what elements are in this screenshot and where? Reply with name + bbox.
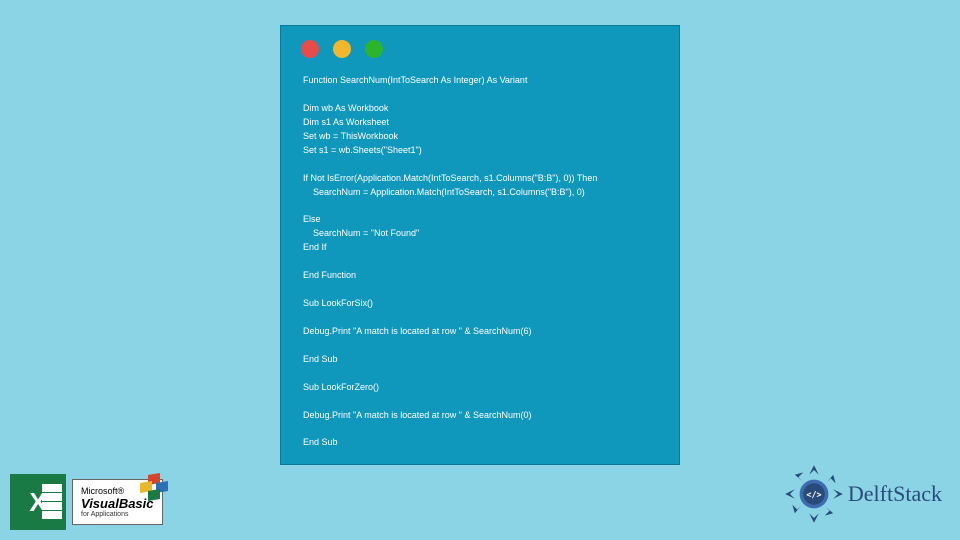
delftstack-label: DelftStack [848, 481, 942, 507]
delftstack-logo-icon: </> [784, 464, 844, 524]
minimize-icon[interactable] [333, 40, 351, 58]
window-titlebar [281, 26, 679, 64]
code-content: Function SearchNum(IntToSearch As Intege… [281, 64, 679, 460]
delftstack-badge: </> DelftStack [784, 464, 942, 524]
close-icon[interactable] [301, 40, 319, 58]
vb-sub-label: for Applications [81, 511, 154, 518]
vb-cubes-icon [140, 474, 174, 500]
code-window: Function SearchNum(IntToSearch As Intege… [280, 25, 680, 465]
code-bracket-icon: </> [806, 490, 821, 500]
excel-icon: X [10, 474, 66, 530]
excel-vba-badge: X Microsoft® VisualBasic for Application… [10, 474, 163, 530]
visual-basic-badge: Microsoft® VisualBasic for Applications [72, 479, 163, 525]
excel-sheet-icon [42, 484, 62, 520]
maximize-icon[interactable] [365, 40, 383, 58]
